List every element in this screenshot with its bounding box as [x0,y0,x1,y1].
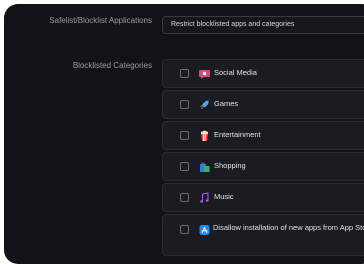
social-media-checkbox[interactable] [180,69,189,78]
popcorn-icon [199,129,210,141]
category-item-social-media[interactable]: Social Media [162,59,364,88]
category-label: Social Media [214,68,257,77]
category-label: Games [214,99,239,108]
category-item-entertainment[interactable]: Entertainment [162,121,364,150]
app-store-option-label: Disallow installation of new apps from A… [213,223,364,232]
category-item-shopping[interactable]: Shopping [162,152,364,181]
rocket-icon [199,98,210,110]
music-icon [199,191,210,203]
category-label: Shopping [214,161,246,170]
entertainment-checkbox[interactable] [180,131,189,140]
app-store-option[interactable]: Disallow installation of new apps from A… [162,214,364,256]
category-label: Music [214,192,234,201]
shopping-checkbox[interactable] [180,162,189,171]
category-label: Entertainment [214,130,261,139]
safelist-blocklist-label: Safelist/Blocklist Applications [49,16,152,25]
category-item-music[interactable]: Music [162,183,364,212]
music-checkbox[interactable] [180,193,189,202]
blocklisted-categories-label: Blocklisted Categories [72,61,152,70]
speech-bubble-icon [199,67,210,79]
shopping-icon [199,160,210,172]
policy-select[interactable]: Restrict blocklisted apps and categories [162,16,364,34]
settings-panel: Safelist/Blocklist Applications Restrict… [4,4,364,264]
category-item-games[interactable]: Games [162,90,364,119]
games-checkbox[interactable] [180,100,189,109]
